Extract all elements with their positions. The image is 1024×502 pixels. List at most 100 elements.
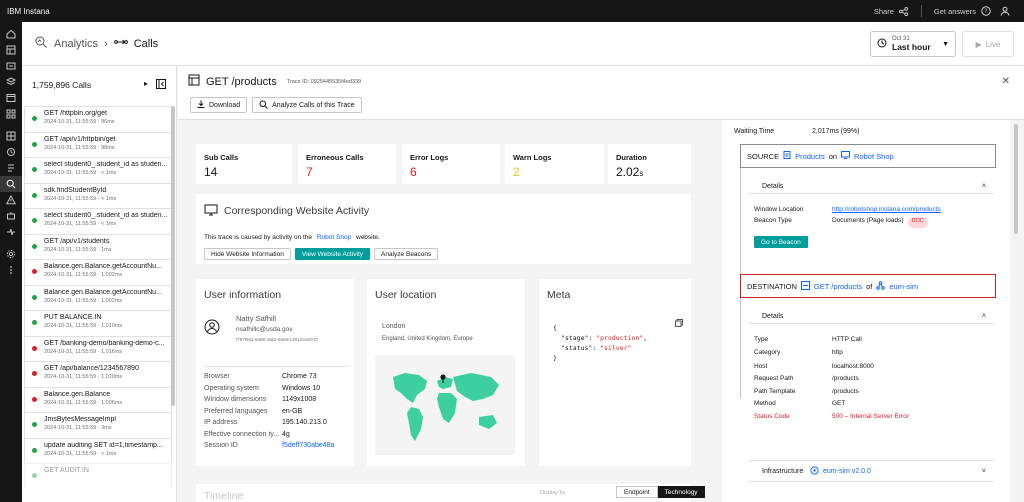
calls-list-panel: 1,759,896 Calls ▸ GET /httpbin.org/get 20… xyxy=(22,66,177,502)
user-info-key: Effective connection ty... xyxy=(204,430,280,438)
download-button[interactable]: Download xyxy=(190,97,248,113)
call-list-item[interactable]: Balance.gen.Balance.getAccountNu... 2024-… xyxy=(24,284,172,310)
breadcrumb-analytics[interactable]: Analytics xyxy=(54,38,98,50)
window-location-link[interactable]: http://robotshop.instana.com/products xyxy=(832,206,941,217)
infrastructure-link[interactable]: eum-sim v2.0.0 xyxy=(823,468,871,475)
dashboard-icon[interactable] xyxy=(0,42,22,58)
call-name: GET /banking-demo/banking-demo-c... xyxy=(44,339,165,347)
source-endpoint-link[interactable]: Products xyxy=(795,152,825,161)
stat-duration: Duration 2.02s xyxy=(608,144,691,184)
time-picker[interactable]: Oct 31 Last hour ▼ xyxy=(870,31,956,57)
detail-value: 500 – Internal Server Error xyxy=(832,412,909,420)
meta-brace-close: } xyxy=(553,354,557,362)
details-scrollbar[interactable] xyxy=(1014,124,1018,234)
call-list-item[interactable]: update auditing SET id=1,timestamp... 202… xyxy=(24,437,172,463)
dependencies-icon[interactable] xyxy=(0,224,22,240)
display-by-label: Display by xyxy=(540,490,566,496)
status-dot xyxy=(32,141,37,147)
meta-value: "silver" xyxy=(600,344,632,352)
topbar-divider xyxy=(920,5,922,17)
platform-icon[interactable] xyxy=(0,74,22,90)
services-icon[interactable] xyxy=(0,128,22,144)
detail-key: Type xyxy=(754,336,769,343)
download-label: Download xyxy=(209,101,241,109)
call-list-item[interactable]: Balance.gen.Balance 2024-10-31, 11:55:59 … xyxy=(24,386,172,412)
live-button[interactable]: ▶ Live xyxy=(962,31,1014,57)
settings-icon[interactable] xyxy=(0,246,22,262)
calls-list-scrollbar[interactable] xyxy=(171,106,175,406)
status-dot xyxy=(32,192,37,198)
user-icon[interactable] xyxy=(999,6,1010,17)
robot-shop-link[interactable]: Robot Shop xyxy=(317,234,351,241)
copy-icon[interactable] xyxy=(675,319,683,329)
close-icon[interactable]: ✕ xyxy=(1002,76,1010,87)
hide-website-info-button[interactable]: Hide Website Information xyxy=(204,248,291,260)
user-info-title: User information xyxy=(204,289,282,301)
user-email: nsafhillc@usda.gov xyxy=(236,326,293,333)
call-list-item[interactable]: GET /api/v1/students 2024-10-31, 11:55:59… xyxy=(24,233,172,259)
events-icon[interactable] xyxy=(0,192,22,208)
automation-icon[interactable] xyxy=(0,208,22,224)
logs-icon[interactable] xyxy=(0,160,22,176)
analyze-calls-button[interactable]: Analyze Calls of this Trace xyxy=(252,97,362,113)
trace-title: GET /products xyxy=(206,75,277,88)
infrastructure-row[interactable]: Infrastructure eum-sim v2.0.0 ˅ xyxy=(748,460,994,482)
applications-icon[interactable] xyxy=(0,106,22,122)
collapse-panel-icon[interactable] xyxy=(156,79,166,91)
go-to-beacon-button[interactable]: Go to Beacon xyxy=(754,236,808,248)
call-meta: 2024-10-31, 11:55:59 · 1ms xyxy=(44,246,112,253)
call-list-item[interactable]: GET AUDIT.IN xyxy=(24,463,172,489)
call-list-item[interactable]: select student0_.student_id as studen...… xyxy=(24,157,172,183)
get-answers-link[interactable]: Get answers ? xyxy=(934,6,991,17)
share-icon xyxy=(898,6,909,17)
share-link[interactable]: Share xyxy=(874,6,909,17)
analyze-icon xyxy=(259,100,268,111)
view-website-activity-button[interactable]: View Website Activity xyxy=(294,248,371,260)
call-name: GET /api/balance/1234567890 xyxy=(44,365,139,372)
call-name: Balance.gen.Balance.getAccountNu... xyxy=(44,288,162,296)
details-header-source[interactable]: Details ˄ xyxy=(748,180,994,194)
call-list-item[interactable]: sdk.findStudentById 2024-10-31, 11:55:59 … xyxy=(24,182,172,208)
websites-icon[interactable] xyxy=(0,90,22,106)
technology-toggle[interactable]: Technology xyxy=(657,486,705,498)
endpoint-toggle[interactable]: Endpoint xyxy=(616,486,658,498)
desc-suffix: website. xyxy=(356,234,380,241)
detail-key: Host xyxy=(754,362,768,370)
call-list-item[interactable]: GET /api/v1/httpbin/get 2024-10-31, 11:55… xyxy=(24,131,172,157)
call-list-item[interactable]: GET /banking-demo/banking-demo-c... 2024-… xyxy=(24,335,172,361)
clock-icon xyxy=(877,38,887,50)
infrastructure-icon[interactable] xyxy=(0,58,22,74)
analyze-beacons-button[interactable]: Analyze Beacons xyxy=(374,248,439,260)
user-uid: f797f9d1-9488-4ab2-9a59-13012ca1fe37 xyxy=(236,337,319,342)
meta-card: Meta { "stage": "production", "status": … xyxy=(539,279,691,466)
call-list-item[interactable]: GET /httpbin.org/get 2024-10-31, 11:55:59… xyxy=(24,106,172,132)
user-info-value[interactable]: f5deff730abe48a xyxy=(282,442,334,449)
home-icon[interactable] xyxy=(0,26,22,42)
user-info-key: Browser xyxy=(204,373,230,381)
expand-arrow-icon[interactable]: ▸ xyxy=(144,79,148,91)
more-icon[interactable] xyxy=(0,262,22,278)
call-list-item[interactable]: Balance.gen.Balance.getAccountNu... 2024-… xyxy=(24,259,172,285)
destination-endpoint-link[interactable]: GET /products xyxy=(814,282,862,291)
detail-key: Path Template xyxy=(754,387,796,395)
details-header-destination[interactable]: Details ˄ xyxy=(748,310,994,324)
synthetic-icon[interactable] xyxy=(0,144,22,160)
analytics-icon[interactable] xyxy=(0,176,22,192)
user-info-table: Browser Chrome 73 Operating system Windows … xyxy=(204,366,349,452)
user-name: Natty Safhill xyxy=(236,314,277,323)
calls-rows: GET /httpbin.org/get 2024-10-31, 11:55:59… xyxy=(24,106,172,502)
call-list-item[interactable]: GET /api/balance/1234567890 2024-10-31, 1… xyxy=(24,361,172,387)
caret-down-icon: ▼ xyxy=(942,40,949,48)
call-list-item[interactable]: PUT BALANCE.IN 2024-10-31, 11:55:59 · 1,0… xyxy=(24,310,172,336)
stat-sub-calls: Sub Calls 14 xyxy=(196,144,292,184)
call-list-item[interactable]: JmsBytesMessageImpl 2024-10-31, 11:55:59 … xyxy=(24,412,172,438)
status-dot xyxy=(32,422,37,427)
destination-service-link[interactable]: eum-sim xyxy=(889,282,918,291)
call-meta: 2024-10-31, 11:55:59 · 96ms xyxy=(44,119,115,125)
meta-key: "stage" xyxy=(561,334,589,342)
beacon-type-label: Beacon Type xyxy=(754,217,792,224)
call-meta: 2024-10-31, 11:55:59 · 1,010ms xyxy=(44,374,123,380)
call-list-item[interactable]: select student0_.student_id as studen...… xyxy=(24,208,172,234)
call-meta: 2024-10-31, 11:55:59 · 98ms xyxy=(44,144,115,151)
source-service-link[interactable]: Robot Shop xyxy=(854,152,894,161)
